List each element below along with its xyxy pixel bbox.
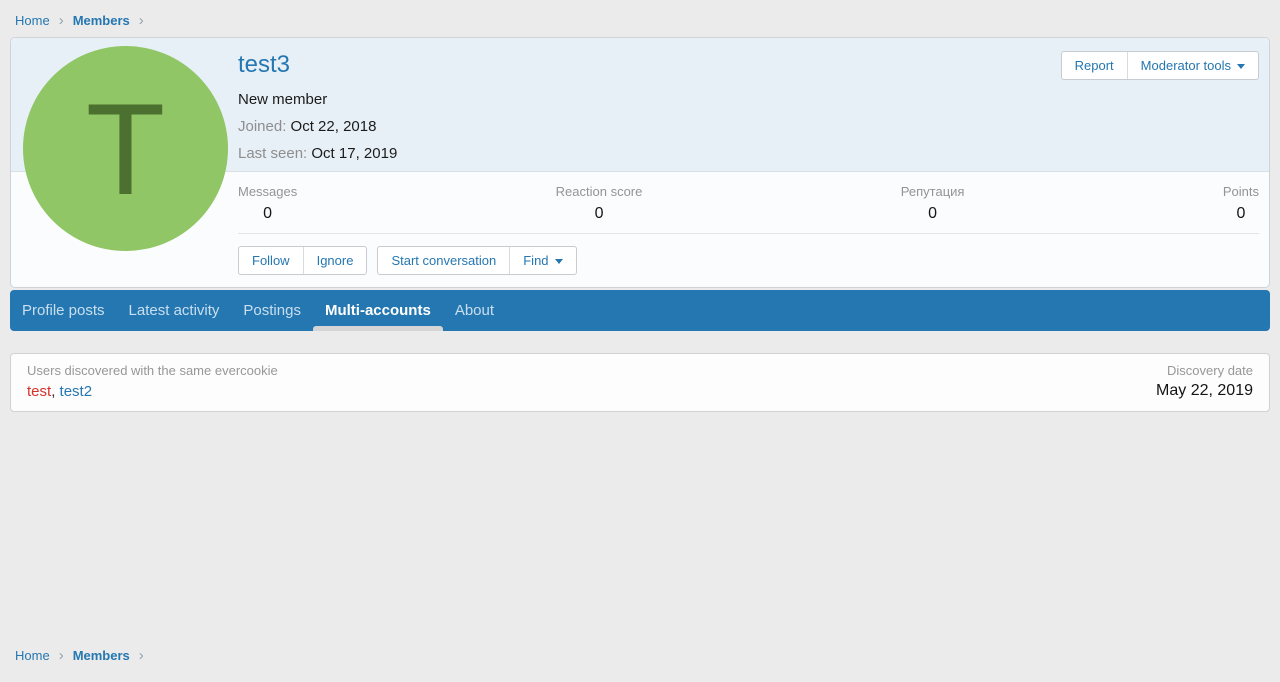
profile-action-buttons: Follow Ignore Start conversation Find <box>238 234 1269 287</box>
stat-value[interactable]: 0 <box>1223 205 1259 223</box>
member-stats: Messages 0 Reaction score 0 Репутация 0 … <box>238 172 1259 234</box>
caret-down-icon <box>1237 64 1245 69</box>
tab-latest-activity[interactable]: Latest activity <box>117 290 232 331</box>
evercookie-description: Users discovered with the same evercooki… <box>27 363 278 378</box>
tab-profile-posts[interactable]: Profile posts <box>10 290 117 331</box>
user-link-test2[interactable]: test2 <box>60 383 93 400</box>
discovery-date-label: Discovery date <box>1156 363 1253 378</box>
start-conversation-button[interactable]: Start conversation <box>378 247 509 274</box>
page: Home › Members › T test3 New member Join… <box>0 0 1280 672</box>
breadcrumb-bottom: Home › Members › <box>10 648 1270 672</box>
report-button[interactable]: Report <box>1062 52 1127 79</box>
breadcrumb-home-link[interactable]: Home <box>15 13 50 28</box>
stat-label: Messages <box>238 184 297 199</box>
stat-reaction-score: Reaction score 0 <box>556 184 643 223</box>
header-actions-group: Report Moderator tools <box>1061 51 1259 80</box>
last-seen-field: Last seen: Oct 17, 2019 <box>238 145 1259 162</box>
discovery-date-value: May 22, 2019 <box>1156 382 1253 400</box>
user-link-test[interactable]: test <box>27 383 51 400</box>
member-profile-card: T test3 New member Joined: Oct 22, 2018 … <box>10 37 1270 288</box>
breadcrumb-members-link[interactable]: Members <box>73 648 130 663</box>
moderator-tools-button[interactable]: Moderator tools <box>1127 52 1258 79</box>
joined-field: Joined: Oct 22, 2018 <box>238 118 1259 135</box>
user-title: New member <box>238 91 1259 108</box>
last-seen-value: Oct 17, 2019 <box>311 145 397 162</box>
user-separator: , <box>51 383 59 400</box>
discovery-date: Discovery date May 22, 2019 <box>1156 363 1253 400</box>
chevron-right-icon: › <box>139 649 144 662</box>
breadcrumb-members-link[interactable]: Members <box>73 13 130 28</box>
stat-value[interactable]: 0 <box>238 205 297 223</box>
conversation-find-group: Start conversation Find <box>377 246 576 275</box>
last-seen-label: Last seen: <box>238 145 307 162</box>
stat-points: Points 0 <box>1223 184 1259 223</box>
stat-label: Репутация <box>901 184 965 199</box>
follow-ignore-group: Follow Ignore <box>238 246 367 275</box>
stat-label: Reaction score <box>556 184 643 199</box>
stat-value[interactable]: 0 <box>901 205 965 223</box>
ignore-button[interactable]: Ignore <box>303 247 367 274</box>
tab-postings[interactable]: Postings <box>231 290 313 331</box>
find-button[interactable]: Find <box>509 247 575 274</box>
find-label: Find <box>523 253 548 268</box>
stat-label: Points <box>1223 184 1259 199</box>
discovered-users: test, test2 <box>27 383 278 400</box>
breadcrumb-home-link[interactable]: Home <box>15 648 50 663</box>
multi-accounts-info: Users discovered with the same evercooki… <box>27 363 278 400</box>
moderator-tools-label: Moderator tools <box>1141 58 1231 73</box>
chevron-right-icon: › <box>59 649 64 662</box>
profile-tab-bar: Profile posts Latest activity Postings M… <box>10 290 1270 331</box>
follow-button[interactable]: Follow <box>239 247 303 274</box>
joined-value: Oct 22, 2018 <box>291 118 377 135</box>
chevron-right-icon: › <box>59 14 64 27</box>
multi-accounts-block: Users discovered with the same evercooki… <box>10 353 1270 412</box>
chevron-right-icon: › <box>139 14 144 27</box>
stat-reputation: Репутация 0 <box>901 184 965 223</box>
breadcrumb-top: Home › Members › <box>10 0 1270 37</box>
joined-label: Joined: <box>238 118 286 135</box>
tab-multi-accounts[interactable]: Multi-accounts <box>313 290 443 331</box>
tab-about[interactable]: About <box>443 290 506 331</box>
stat-value: 0 <box>556 205 643 223</box>
caret-down-icon <box>555 259 563 264</box>
stat-messages: Messages 0 <box>238 184 297 223</box>
avatar[interactable]: T <box>23 46 228 251</box>
